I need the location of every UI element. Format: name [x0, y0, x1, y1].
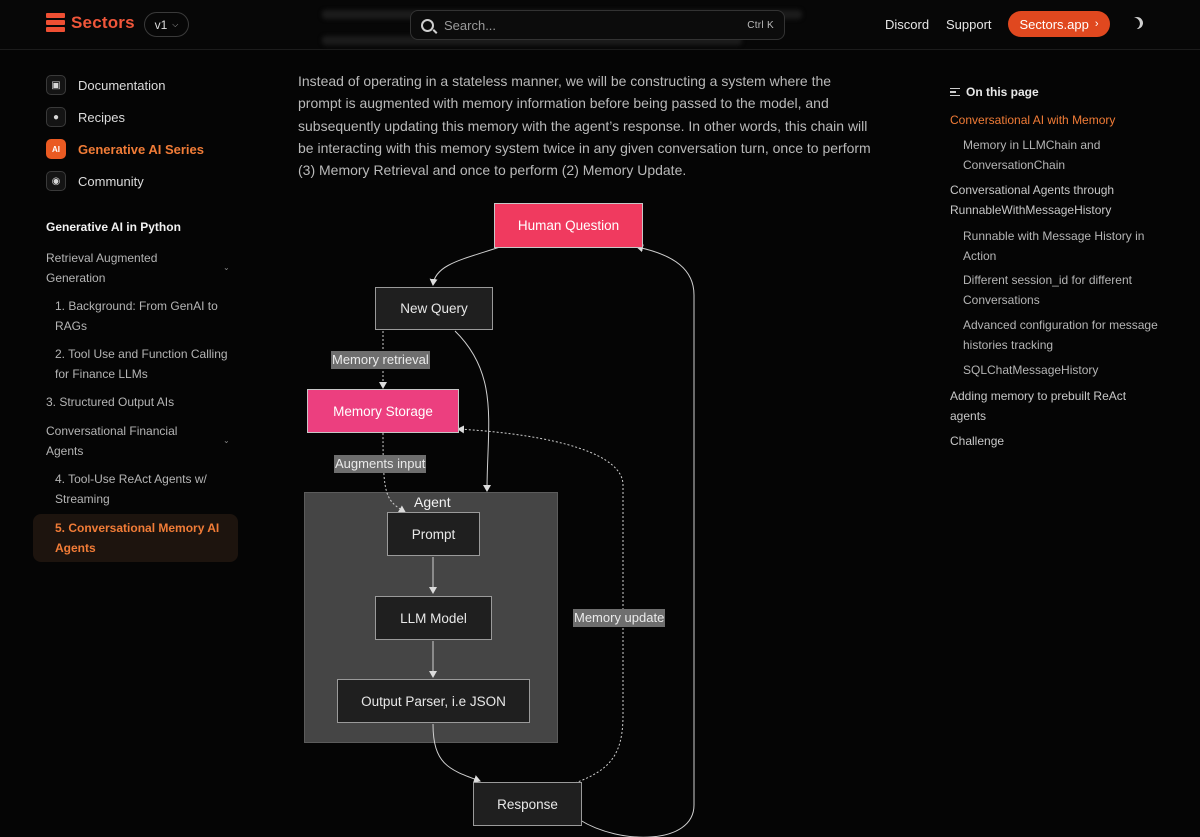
discord-link[interactable]: Discord	[885, 17, 929, 32]
search-shortcut: Ctrl K	[747, 19, 774, 31]
node-memory-storage: Memory Storage	[307, 389, 459, 433]
sidebar-item-recipes[interactable]: ● Recipes	[46, 107, 125, 127]
edge-query-to-prompt	[454, 330, 492, 492]
sidebar-item-label: Documentation	[78, 77, 166, 93]
node-llm-model: LLM Model	[375, 596, 492, 640]
toc-item[interactable]: Advanced configuration for message histo…	[963, 316, 1173, 355]
sidebar-item-community[interactable]: ◉ Community	[46, 171, 144, 191]
edge-label-memory-retrieval: Memory retrieval	[331, 351, 430, 369]
chevron-down-icon: ⌵	[172, 19, 179, 29]
toc-item[interactable]: Conversational AI with Memory	[950, 111, 1150, 131]
chevron-down-icon[interactable]: ⌄	[223, 436, 230, 445]
sidebar-item-label: Community	[78, 173, 144, 189]
edge-label-augments-input: Augments input	[334, 455, 427, 473]
memory-flow-diagram: Agent Human Question New Query Memory re…	[290, 195, 710, 837]
sidebar-item-label: Generative AI Series	[78, 141, 204, 157]
sectors-app-button[interactable]: Sectors.app ›	[1008, 11, 1110, 37]
theme-toggle-moon-icon[interactable]	[1129, 15, 1145, 31]
search-input[interactable]: Search... Ctrl K	[410, 10, 785, 40]
node-prompt: Prompt	[387, 512, 480, 556]
intro-paragraph: Instead of operating in a stateless mann…	[298, 73, 871, 179]
left-sidebar: ▣ Documentation ● Recipes AI Generative …	[0, 50, 255, 837]
search-icon	[421, 18, 434, 32]
sidebar-item-label: Recipes	[78, 109, 125, 125]
list-icon	[950, 88, 960, 96]
sidebar-item-generative-ai-series[interactable]: AI Generative AI Series	[46, 139, 204, 159]
sidebar-item-tool-use[interactable]: 2. Tool Use and Function Calling for Fin…	[55, 345, 240, 384]
edge-response-to-question	[579, 244, 695, 837]
toc-item[interactable]: Conversational Agents through RunnableWi…	[950, 181, 1150, 220]
toc-title: On this page	[966, 85, 1039, 99]
toc-item[interactable]: Different session_id for different Conve…	[963, 271, 1153, 310]
logo[interactable]: Sectors	[46, 13, 135, 33]
node-output-parser: Output Parser, i.e JSON	[337, 679, 530, 723]
discord-icon: ◉	[46, 171, 66, 191]
support-link[interactable]: Support	[946, 17, 992, 32]
sidebar-item-documentation[interactable]: ▣ Documentation	[46, 75, 165, 95]
lightbulb-icon: ●	[46, 107, 66, 127]
edge-label-memory-update: Memory update	[573, 609, 666, 627]
diagram-edges	[379, 244, 695, 837]
version-label: v1	[154, 17, 168, 32]
cta-label: Sectors.app	[1019, 16, 1089, 32]
node-response: Response	[473, 782, 582, 826]
ai-icon: AI	[46, 139, 66, 159]
sidebar-group-rag[interactable]: Retrieval Augmented Generation	[46, 249, 196, 288]
toc-item[interactable]: Adding memory to prebuilt ReAct agents	[950, 387, 1140, 426]
toc-item[interactable]: Challenge	[950, 432, 1140, 452]
toc-item[interactable]: SQLChatMessageHistory	[963, 361, 1163, 381]
version-selector[interactable]: v1 ⌵	[144, 12, 189, 37]
toc-item[interactable]: Runnable with Message History in Action	[963, 227, 1153, 266]
chevron-down-icon[interactable]: ⌄	[223, 263, 230, 272]
sectors-logo-icon	[46, 13, 65, 33]
sidebar-item-structured-output[interactable]: 3. Structured Output AIs	[46, 393, 236, 413]
sidebar-section-title: Generative AI in Python	[46, 220, 181, 234]
toc-item[interactable]: Memory in LLMChain and ConversationChain	[963, 136, 1143, 175]
toc-header: On this page	[950, 85, 1039, 99]
search-placeholder: Search...	[444, 17, 497, 33]
sidebar-item-conversational-memory[interactable]: 5. Conversational Memory AI Agents	[55, 519, 225, 558]
node-new-query: New Query	[375, 287, 493, 330]
sidebar-item-react-agents[interactable]: 4. Tool-Use ReAct Agents w/ Streaming	[55, 470, 220, 509]
top-header: Sectors v1 ⌵ Search... Ctrl K Discord Su…	[0, 0, 1200, 50]
logo-text: Sectors	[71, 13, 135, 32]
sidebar-group-conversational[interactable]: Conversational Financial Agents	[46, 422, 196, 461]
node-human-question: Human Question	[494, 203, 643, 248]
book-icon: ▣	[46, 75, 66, 95]
edge-question-to-query	[429, 246, 501, 286]
edge-parser-to-response	[432, 723, 481, 783]
sidebar-item-background[interactable]: 1. Background: From GenAI to RAGs	[55, 297, 230, 336]
chevron-right-icon: ›	[1094, 18, 1099, 30]
